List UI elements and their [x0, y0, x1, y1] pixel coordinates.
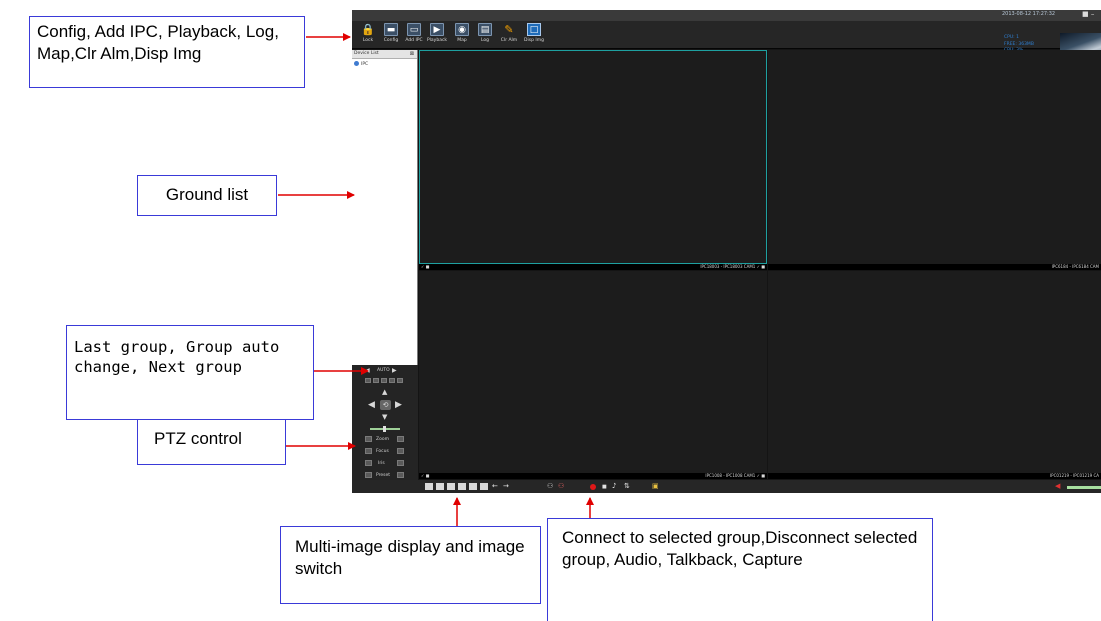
annotation-arrows — [278, 33, 594, 526]
annotated-screenshot: 2013-08-12 17:27:32 ■ – 🔒 Lock ▬ Config … — [0, 0, 1101, 621]
